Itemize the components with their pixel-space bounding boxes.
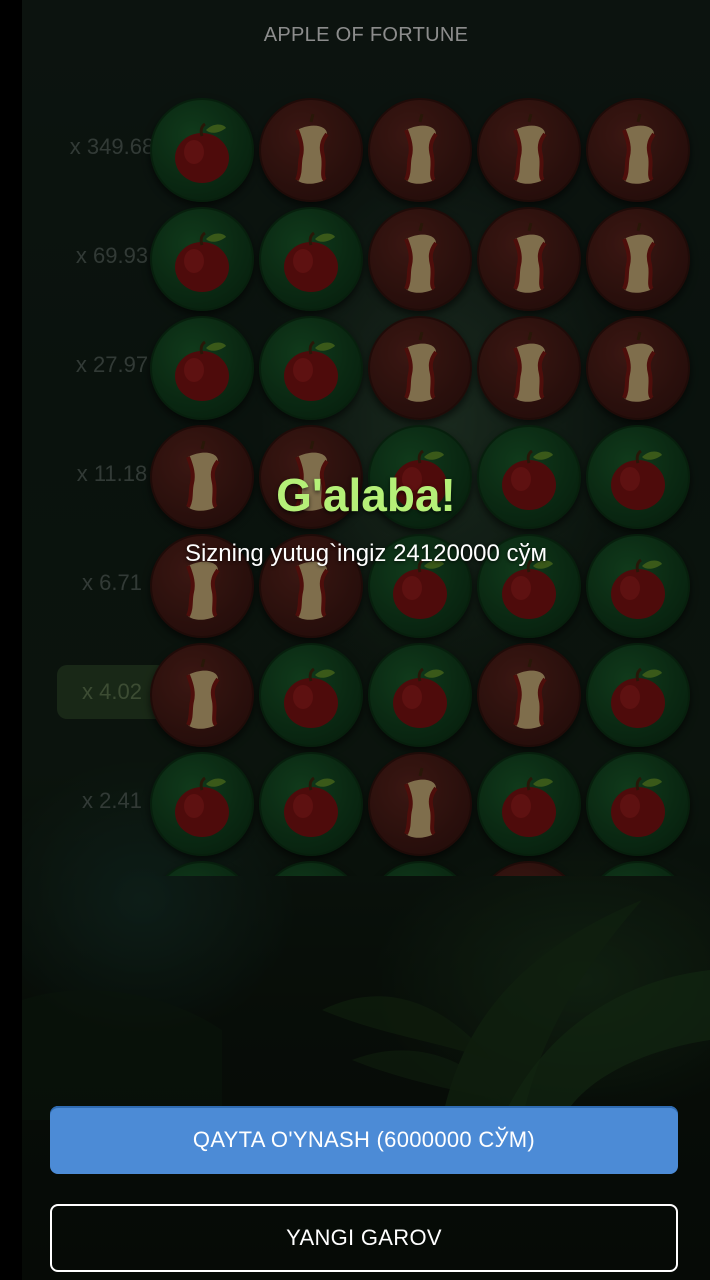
apple-core-icon	[404, 767, 438, 838]
apple-core-tile	[586, 207, 690, 311]
apple-tile	[368, 643, 472, 747]
apple-tile	[586, 643, 690, 747]
apple-core-tile	[368, 207, 472, 311]
apple-core-tile	[586, 316, 690, 420]
apple-core-icon	[479, 863, 579, 876]
apple-icon	[611, 776, 665, 837]
apple-tile	[150, 861, 254, 876]
apple-icon	[588, 863, 688, 876]
apple-core-tile	[150, 643, 254, 747]
apple-core-icon	[404, 222, 438, 293]
apple-icon	[175, 122, 229, 183]
apple-core-tile	[259, 98, 363, 202]
apple-core-icon	[622, 331, 656, 402]
apple-core-tile	[477, 643, 581, 747]
apple-tile	[477, 752, 581, 856]
apple-core-tile	[477, 98, 581, 202]
apple-tile	[259, 316, 363, 420]
apple-tile	[368, 861, 472, 876]
apple-icon	[175, 776, 229, 837]
apple-tile	[259, 207, 363, 311]
apple-icon	[284, 776, 338, 837]
apple-core-tile	[586, 98, 690, 202]
apple-icon	[502, 776, 556, 837]
apple-tile	[586, 861, 690, 876]
apple-tile	[259, 643, 363, 747]
apple-core-icon	[404, 113, 438, 184]
apple-tile	[150, 98, 254, 202]
apple-core-tile	[368, 752, 472, 856]
apple-core-icon	[622, 113, 656, 184]
apple-icon	[261, 863, 361, 876]
apple-tile	[150, 207, 254, 311]
apple-icon	[175, 231, 229, 292]
apple-core-icon	[295, 113, 329, 184]
apple-tile	[586, 752, 690, 856]
foliage-background	[22, 900, 710, 1120]
apple-tile	[150, 316, 254, 420]
apple-icon	[152, 863, 252, 876]
apple-core-icon	[513, 331, 547, 402]
apple-icon	[175, 340, 229, 401]
apple-icon	[284, 231, 338, 292]
apple-core-tile	[477, 861, 581, 876]
apple-tile	[259, 752, 363, 856]
play-again-button[interactable]: QAYTA O'YNASH (6000000 СЎМ)	[50, 1106, 678, 1174]
apple-core-icon	[622, 222, 656, 293]
apple-icon	[611, 667, 665, 728]
apple-core-tile	[477, 207, 581, 311]
apple-grid	[22, 0, 710, 876]
apple-icon	[284, 340, 338, 401]
apple-core-icon	[404, 331, 438, 402]
apple-icon	[370, 863, 470, 876]
apple-core-icon	[186, 658, 220, 729]
apple-core-tile	[477, 316, 581, 420]
apple-tile	[150, 752, 254, 856]
apple-core-icon	[513, 658, 547, 729]
win-amount-text: Sizning yutug`ingiz 24120000 сўм	[184, 540, 548, 567]
apple-core-tile	[368, 98, 472, 202]
new-bet-button[interactable]: YANGI GAROV	[50, 1204, 678, 1272]
apple-core-icon	[513, 113, 547, 184]
game-screen: APPLE OF FORTUNE x 349.68 x 69.93 x 27.97 x…	[22, 0, 710, 1280]
apple-icon	[393, 667, 447, 728]
apple-core-tile	[368, 316, 472, 420]
apple-tile	[259, 861, 363, 876]
apple-core-icon	[513, 222, 547, 293]
win-title: G'alaba!	[276, 469, 456, 521]
apple-icon	[284, 667, 338, 728]
